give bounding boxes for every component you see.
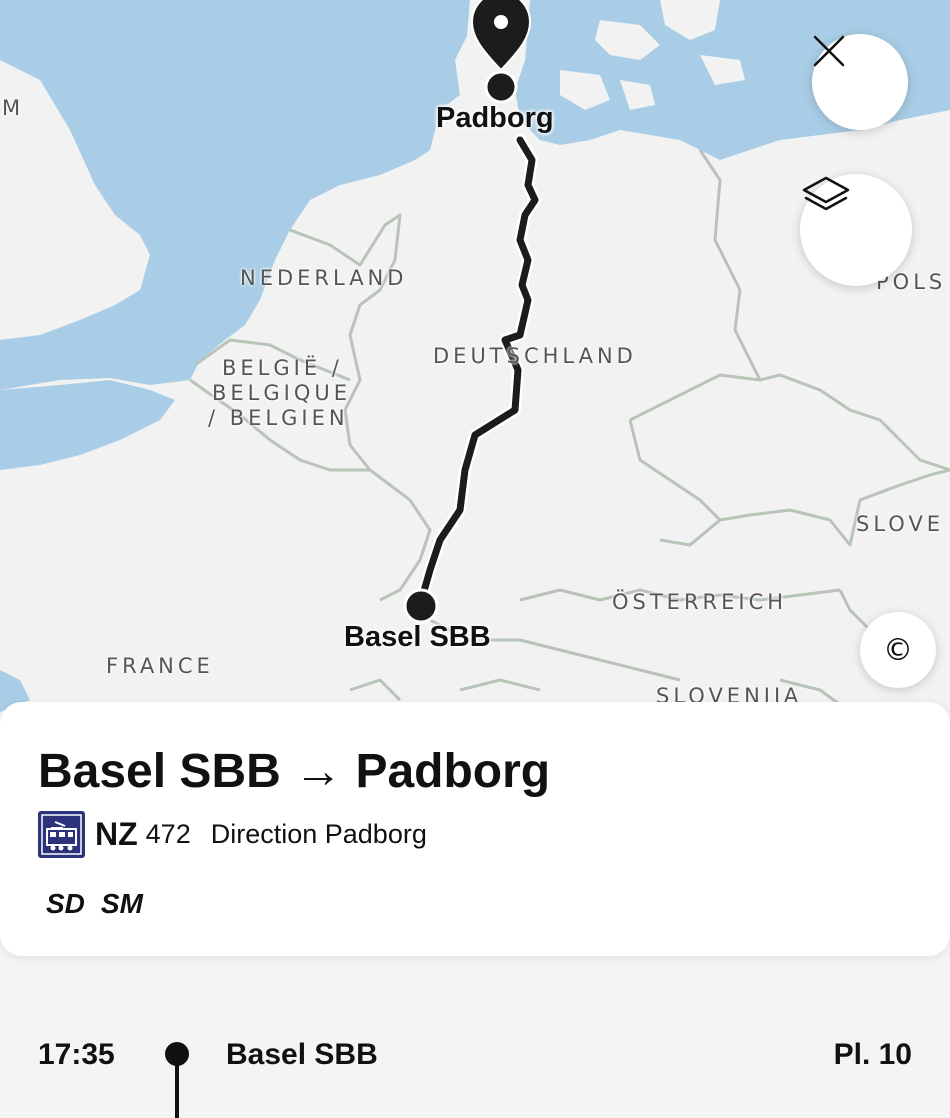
stop-time: 17:35 bbox=[38, 1038, 115, 1071]
map-label-belgie-1: BELGIË / bbox=[222, 356, 343, 380]
map-label-belgie-2: BELGIQUE bbox=[212, 381, 352, 405]
map-label-deutschland: DEUTSCHLAND bbox=[433, 344, 637, 368]
map-label-slove: SLOVE bbox=[856, 512, 945, 536]
train-direction: Direction Padborg bbox=[210, 818, 427, 849]
stop-row[interactable]: 17:35 Basel SBB Pl. 10 bbox=[0, 1030, 950, 1118]
origin-dot bbox=[403, 588, 439, 624]
close-icon bbox=[813, 35, 845, 67]
map-label-france: FRANCE bbox=[106, 654, 214, 678]
attribute-sm: SM bbox=[100, 888, 143, 919]
layers-button[interactable] bbox=[800, 174, 912, 286]
destination-dot bbox=[484, 70, 518, 104]
destination-station-label: Padborg bbox=[436, 102, 554, 134]
map-label-osterreich: ÖSTERREICH bbox=[612, 590, 788, 614]
train-info-row: NZ 472 Direction Padborg bbox=[38, 810, 427, 858]
attribute-sd: SD bbox=[46, 888, 85, 919]
stop-timeline-line bbox=[175, 1060, 179, 1118]
screen: M NEDERLAND BELGIË / BELGIQUE / BELGIEN … bbox=[0, 0, 950, 1118]
map-label-nederland: NEDERLAND bbox=[240, 266, 408, 290]
stop-name: Basel SBB bbox=[226, 1038, 378, 1071]
train-number: 472 bbox=[145, 818, 191, 849]
stop-dot bbox=[165, 1042, 189, 1066]
train-category: NZ bbox=[95, 815, 138, 852]
map-label-belgie-3: / BELGIEN bbox=[208, 406, 349, 430]
close-button[interactable] bbox=[812, 34, 908, 130]
service-attributes: SD SM bbox=[46, 888, 143, 920]
stop-platform: Pl. 10 bbox=[833, 1038, 912, 1071]
trip-info-card: Basel SBB → Padborg NZ 472 Direction Pad… bbox=[0, 702, 950, 956]
route-title: Basel SBB → Padborg bbox=[38, 745, 551, 798]
map-label-m: M bbox=[2, 96, 21, 120]
route-map[interactable]: M NEDERLAND BELGIË / BELGIQUE / BELGIEN … bbox=[0, 0, 950, 712]
train-icon bbox=[38, 810, 85, 858]
origin-station-label: Basel SBB bbox=[344, 621, 491, 653]
copyright-button[interactable]: © bbox=[860, 612, 936, 688]
layers-icon bbox=[802, 176, 850, 211]
